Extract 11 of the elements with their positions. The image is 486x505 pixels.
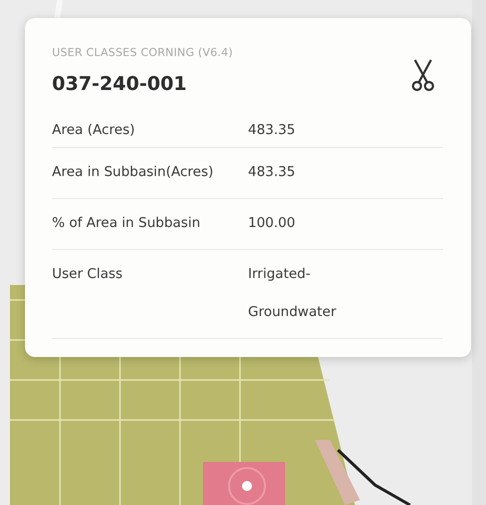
layer-title: USER CLASSES CORNING (V6.4) [52,46,233,59]
field-label: % of Area in Subbasin [52,214,202,233]
field-value: 483.35 [248,121,296,140]
field-value: 100.00 [248,214,296,233]
field-label: Area (Acres) [52,121,136,140]
field-value: 483.35 [248,163,296,182]
parcel-id: 037-240-001 [52,73,188,95]
field-label: User Class [52,265,124,284]
field-label: Area in Subbasin(Acres) [52,163,214,182]
scissors-icon[interactable] [411,58,435,92]
field-value: Irrigated-Groundwater [248,265,338,322]
